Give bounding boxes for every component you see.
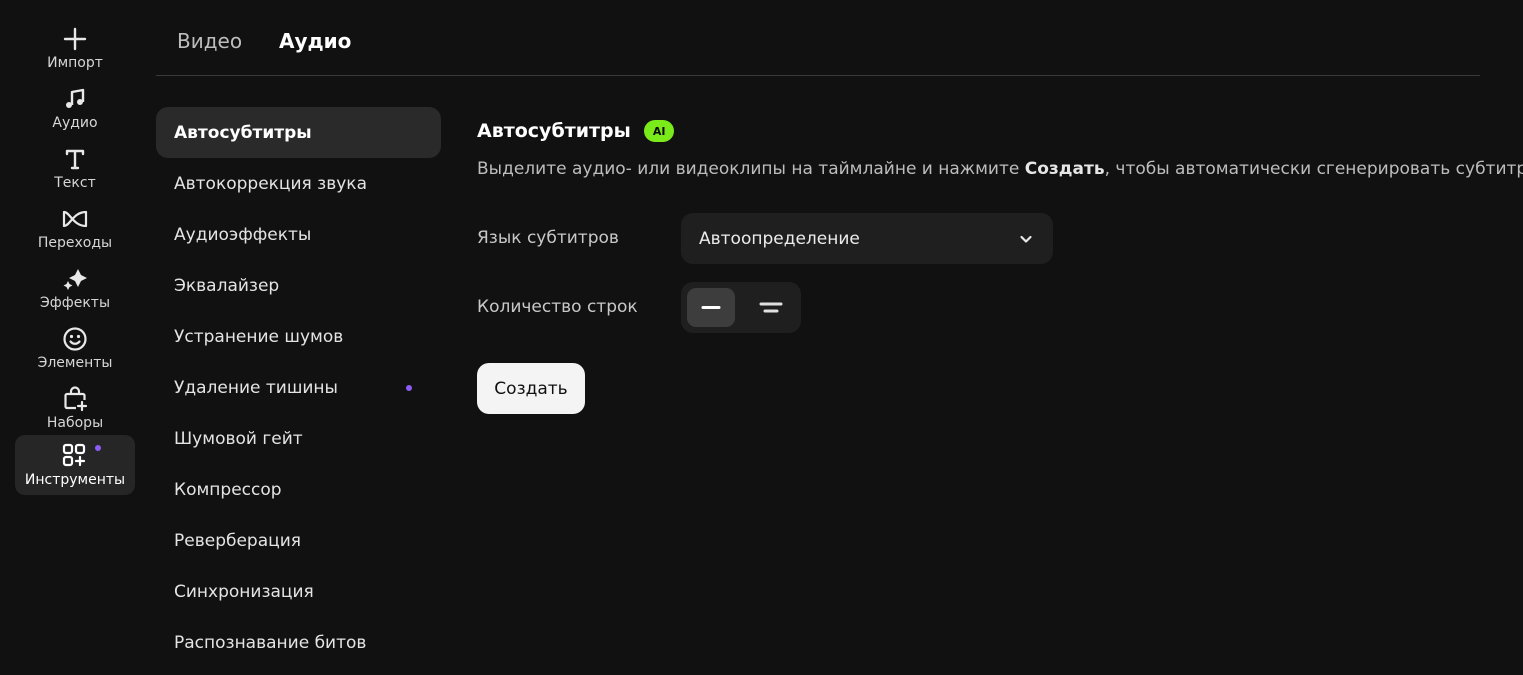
list-item-label: Компрессор [174, 479, 282, 500]
rail-item-sets[interactable]: Наборы [15, 378, 135, 438]
list-item-noise-removal[interactable]: Устранение шумов [156, 311, 441, 362]
list-item-label: Шумовой гейт [174, 428, 303, 449]
new-badge-dot [406, 385, 412, 391]
sparkle-icon [62, 266, 88, 292]
rail-label: Переходы [37, 235, 113, 251]
list-item-noise-gate[interactable]: Шумовой гейт [156, 413, 441, 464]
ai-badge: AI [643, 120, 675, 142]
tools-grid-icon [62, 443, 101, 469]
rail-label: Элементы [37, 355, 113, 371]
language-select-value: Автоопределение [699, 228, 860, 249]
rail-label: Эффекты [40, 295, 110, 311]
list-item-label: Устранение шумов [174, 326, 344, 347]
text-icon [63, 146, 87, 172]
list-item-autosubtitles[interactable]: Автосубтитры [156, 107, 441, 158]
list-item-audio-effects[interactable]: Аудиоэффекты [156, 209, 441, 260]
top-tabs: Видео Аудио [156, 0, 1480, 76]
rail-item-audio[interactable]: Аудио [15, 78, 135, 138]
rail-label: Аудио [52, 115, 98, 131]
list-item-label: Синхронизация [174, 581, 314, 602]
list-item-audio-autocorrection[interactable]: Автокоррекция звука [156, 158, 441, 209]
description-bold: Создать [1024, 159, 1105, 179]
list-item-label: Эквалайзер [174, 275, 280, 296]
list-item-sync[interactable]: Синхронизация [156, 566, 441, 617]
panel-description: Выделите аудио- или видеоклипы на таймла… [477, 159, 1523, 179]
rail-label: Текст [54, 175, 96, 191]
single-line-button[interactable] [687, 288, 735, 327]
lines-count-label: Количество строк [477, 297, 638, 317]
list-item-reverb[interactable]: Реверберация [156, 515, 441, 566]
list-item-label: Автосубтитры [174, 122, 312, 143]
rail-item-transitions[interactable]: Переходы [15, 198, 135, 258]
list-item-silence-removal[interactable]: Удаление тишины [156, 362, 441, 413]
single-line-icon [701, 306, 721, 309]
chevron-down-icon [1019, 231, 1033, 251]
language-select[interactable]: Автоопределение [681, 213, 1053, 264]
rail-item-import[interactable]: Импорт [15, 18, 135, 78]
plus-icon [63, 26, 87, 52]
list-item-compressor[interactable]: Компрессор [156, 464, 441, 515]
panel-title: Автосубтитры [477, 120, 631, 142]
panel-header: Автосубтитры AI [477, 120, 675, 142]
smiley-icon [62, 326, 88, 352]
description-text-end: , чтобы автоматически сгенерировать субт… [1104, 159, 1523, 179]
left-rail: Импорт Аудио Текст Переходы Эффекты Элем… [0, 0, 150, 675]
list-item-label: Реверберация [174, 530, 301, 551]
list-item-label: Аудиоэффекты [174, 224, 312, 245]
bag-plus-icon [62, 386, 88, 412]
create-button[interactable]: Создать [477, 363, 585, 414]
rail-label: Наборы [46, 415, 104, 431]
lines-count-toggle [681, 282, 801, 333]
list-item-label: Распознавание битов [174, 632, 367, 653]
rail-label: Инструменты [24, 472, 126, 488]
list-item-equalizer[interactable]: Эквалайзер [156, 260, 441, 311]
transition-icon [62, 206, 88, 232]
rail-item-effects[interactable]: Эффекты [15, 258, 135, 318]
audio-tools-list: Автосубтитры Автокоррекция звука Аудиоэф… [156, 107, 441, 668]
music-note-icon [63, 86, 87, 112]
double-line-icon [759, 302, 783, 313]
rail-item-text[interactable]: Текст [15, 138, 135, 198]
rail-item-elements[interactable]: Элементы [15, 318, 135, 378]
tab-video[interactable]: Видео [177, 29, 242, 53]
tab-audio[interactable]: Аудио [279, 29, 351, 53]
double-line-button[interactable] [747, 288, 795, 327]
language-label: Язык субтитров [477, 228, 619, 248]
rail-label: Импорт [47, 55, 103, 71]
list-item-label: Автокоррекция звука [174, 173, 367, 194]
list-item-beat-detection[interactable]: Распознавание битов [156, 617, 441, 668]
list-item-label: Удаление тишины [174, 377, 338, 398]
new-badge-dot [95, 445, 101, 451]
rail-item-tools[interactable]: Инструменты [15, 435, 135, 495]
description-text: Выделите аудио- или видеоклипы на таймла… [477, 159, 1025, 179]
